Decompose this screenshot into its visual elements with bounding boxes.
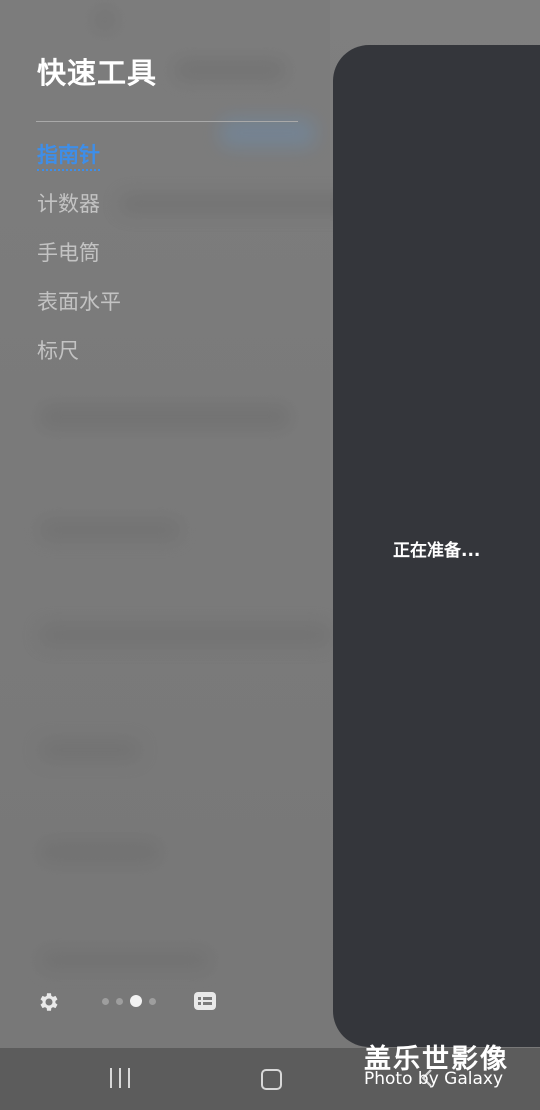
menu-item-label: 标尺: [37, 339, 79, 363]
divider: [36, 121, 298, 122]
tools-menu: 指南针 计数器 手电筒 表面水平 标尺: [37, 137, 121, 382]
menu-item-surface-level[interactable]: 表面水平: [37, 284, 121, 333]
preparing-panel: 正在准备...: [333, 45, 540, 1047]
menu-item-label: 计数器: [37, 192, 100, 216]
menu-item-label: 指南针: [37, 143, 100, 171]
menu-item-counter[interactable]: 计数器: [37, 186, 121, 235]
menu-item-label: 表面水平: [37, 290, 121, 314]
page-dot[interactable]: [102, 997, 109, 1005]
drawer-title: 快速工具: [37, 56, 158, 90]
recent-apps-icon[interactable]: [110, 1068, 130, 1088]
page-dot-active[interactable]: [130, 995, 142, 1007]
menu-item-label: 手电筒: [37, 241, 100, 265]
menu-item-compass[interactable]: 指南针: [37, 137, 121, 186]
menu-item-ruler[interactable]: 标尺: [37, 333, 121, 382]
gear-icon[interactable]: [37, 990, 61, 1014]
page-indicator: [102, 995, 156, 1007]
quick-tools-drawer: 快速工具 指南针 计数器 手电筒 表面水平 标尺: [0, 0, 330, 1048]
page-dot[interactable]: [149, 997, 156, 1005]
list-icon[interactable]: [193, 990, 217, 1012]
status-text: 正在准备...: [393, 541, 481, 561]
page-dot[interactable]: [116, 997, 123, 1005]
menu-item-flashlight[interactable]: 手电筒: [37, 235, 121, 284]
home-icon[interactable]: [261, 1069, 282, 1090]
watermark-subtitle: Photo by Galaxy: [364, 1069, 504, 1089]
